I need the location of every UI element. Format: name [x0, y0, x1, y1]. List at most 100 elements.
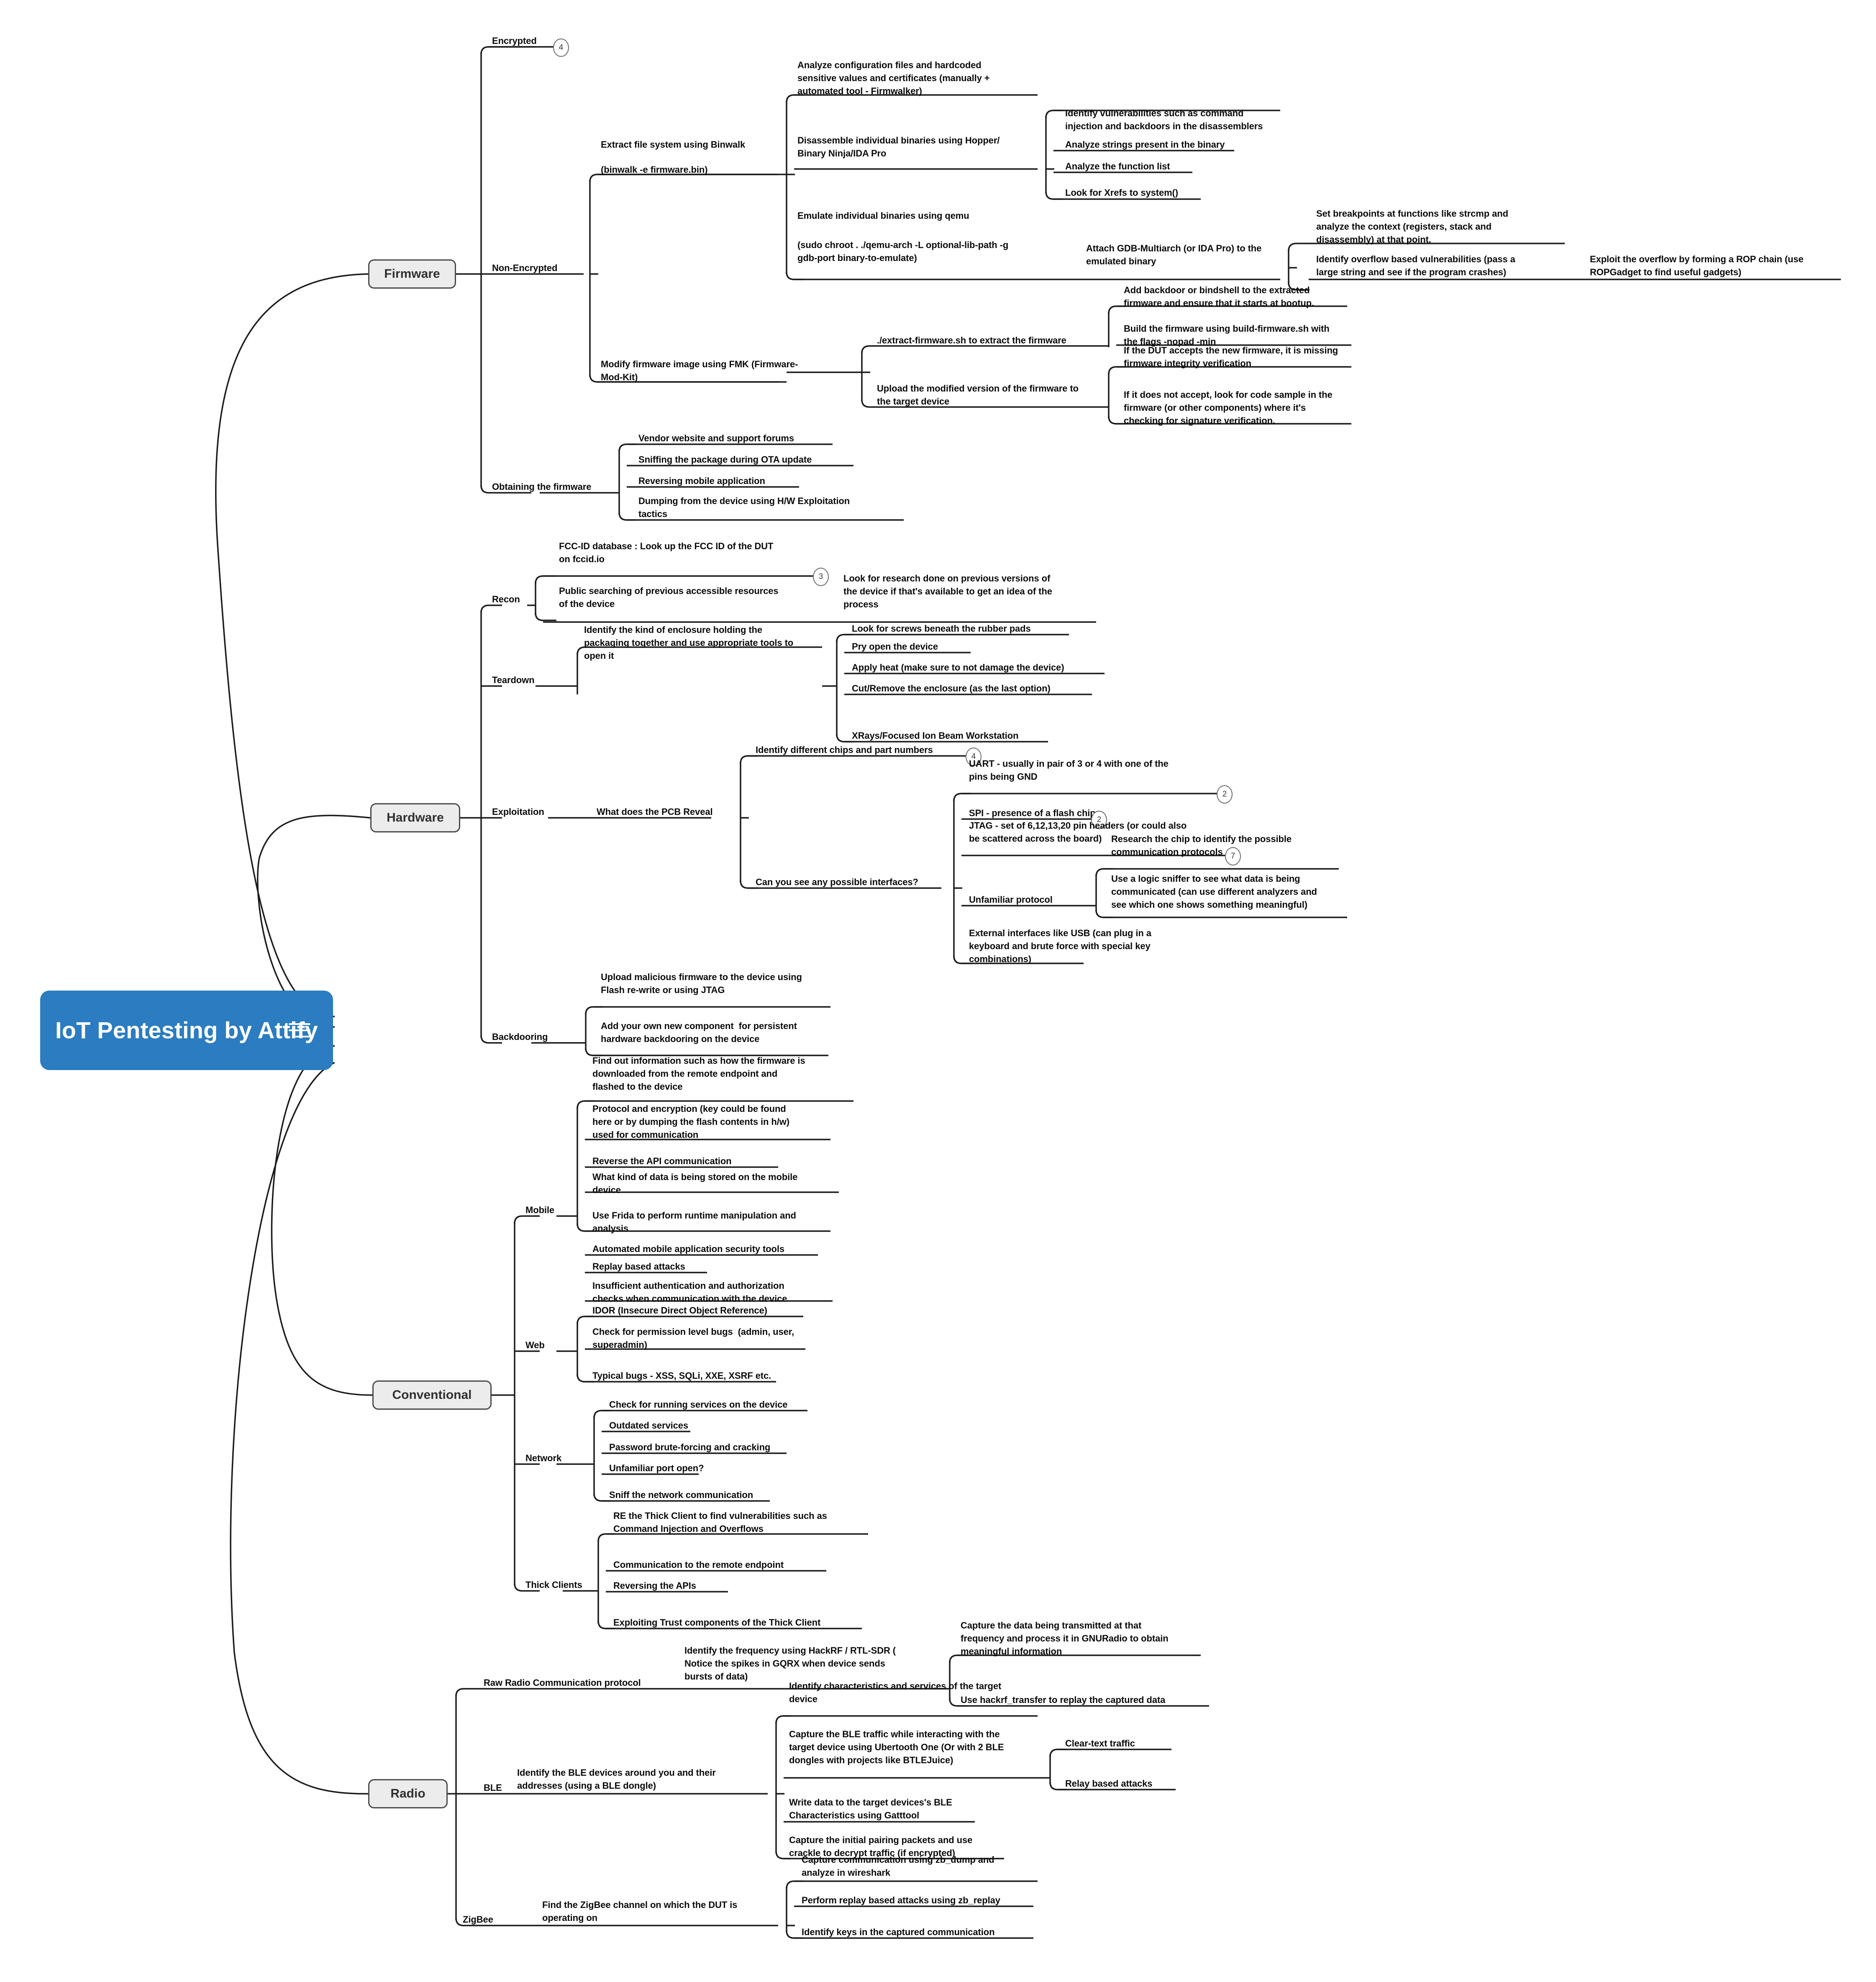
- topic-uart-interface[interactable]: UART - usually in pair of 3 or 4 with on…: [969, 757, 1169, 783]
- topic-non-encrypted[interactable]: Non-Encrypted: [492, 261, 557, 274]
- topic-research-chip-protocols[interactable]: Research the chip to identify the possib…: [1111, 832, 1292, 858]
- topic-modify-firmware-fmk[interactable]: Modify firmware image using FMK (Firmwar…: [601, 358, 798, 384]
- topic-vendor-website[interactable]: Vendor website and support forums: [638, 432, 794, 445]
- topic-exploitation[interactable]: Exploitation: [492, 805, 544, 818]
- topic-identify-vulnerabilities[interactable]: Identify vulnerabilities such as command…: [1065, 107, 1263, 133]
- branch-hardware-label: Hardware: [387, 811, 444, 825]
- topic-dumping-hw-exploitation[interactable]: Dumping from the device using H/W Exploi…: [638, 494, 850, 520]
- topic-replay-based-attacks-mobile[interactable]: Replay based attacks: [592, 1260, 685, 1273]
- topic-upload-modified-firmware[interactable]: Upload the modified version of the firmw…: [877, 382, 1079, 408]
- topic-binwalk-command[interactable]: (binwalk -e firmware.bin): [601, 163, 708, 176]
- topic-upload-malicious-firmware[interactable]: Upload malicious firmware to the device …: [601, 971, 802, 996]
- topic-encrypted[interactable]: Encrypted: [492, 34, 537, 47]
- topic-identify-frequency[interactable]: Identify the frequency using HackRF / RT…: [684, 1644, 896, 1683]
- topic-zigbee[interactable]: ZigBee: [463, 1913, 493, 1926]
- topic-identify-enclosure[interactable]: Identify the kind of enclosure holding t…: [584, 623, 793, 663]
- topic-raw-radio-protocol[interactable]: Raw Radio Communication protocol: [484, 1676, 641, 1689]
- topic-xrays-fib[interactable]: XRays/Focused Ion Beam Workstation: [852, 729, 1019, 742]
- topic-emulate-qemu[interactable]: Emulate individual binaries using qemu: [797, 209, 969, 222]
- branch-conventional[interactable]: Conventional: [372, 1380, 492, 1410]
- topic-password-bruteforce[interactable]: Password brute-forcing and cracking: [609, 1441, 770, 1454]
- topic-clear-text-traffic[interactable]: Clear-text traffic: [1065, 1737, 1135, 1750]
- root-node[interactable]: IoT Pentesting by Attify: [40, 991, 333, 1070]
- topic-ble[interactable]: BLE: [484, 1781, 502, 1794]
- topic-unfamiliar-port[interactable]: Unfamiliar port open?: [609, 1462, 704, 1475]
- topic-relay-based-attacks[interactable]: Relay based attacks: [1065, 1777, 1153, 1790]
- topic-disassemble-binaries[interactable]: Disassemble individual binaries using Ho…: [797, 134, 1000, 160]
- topic-mobile-stored-data[interactable]: What kind of data is being stored on the…: [592, 1170, 797, 1196]
- topic-identify-keys[interactable]: Identify keys in the captured communicat…: [802, 1926, 995, 1938]
- branch-firmware[interactable]: Firmware: [368, 259, 456, 289]
- topic-backdooring[interactable]: Backdooring: [492, 1030, 548, 1043]
- topic-spi-interface[interactable]: SPI - presence of a flash chip: [969, 807, 1096, 819]
- topic-possible-interfaces[interactable]: Can you see any possible interfaces?: [756, 876, 918, 889]
- topic-exploit-rop-chain[interactable]: Exploit the overflow by forming a ROP ch…: [1590, 253, 1804, 279]
- topic-check-running-services[interactable]: Check for running services on the device: [609, 1398, 787, 1411]
- topic-extract-firmware-sh[interactable]: ./extract-firmware.sh to extract the fir…: [877, 334, 1066, 347]
- topic-capture-ble-traffic[interactable]: Capture the BLE traffic while interactin…: [789, 1728, 1004, 1767]
- topic-sniff-network[interactable]: Sniff the network communication: [609, 1488, 753, 1501]
- topic-use-frida[interactable]: Use Frida to perform runtime manipulatio…: [592, 1209, 796, 1235]
- hamburger-icon[interactable]: [289, 1023, 310, 1037]
- topic-idor[interactable]: IDOR (Insecure Direct Object Reference): [592, 1304, 767, 1317]
- topic-unfamiliar-protocol[interactable]: Unfamiliar protocol: [969, 893, 1053, 906]
- topic-insufficient-auth[interactable]: Insufficient authentication and authoriz…: [592, 1279, 787, 1305]
- branch-hardware[interactable]: Hardware: [370, 803, 460, 832]
- topic-zb-replay-attacks[interactable]: Perform replay based attacks using zb_re…: [802, 1894, 1000, 1907]
- topic-pry-open-device[interactable]: Pry open the device: [852, 640, 938, 653]
- topic-look-for-research[interactable]: Look for research done on previous versi…: [843, 572, 1052, 611]
- topic-thick-remote-endpoint[interactable]: Communication to the remote endpoint: [613, 1558, 784, 1571]
- topic-teardown[interactable]: Teardown: [492, 673, 535, 686]
- topic-logic-sniffer[interactable]: Use a logic sniffer to see what data is …: [1111, 872, 1317, 912]
- topic-dut-rejects-firmware[interactable]: If it does not accept, look for code sam…: [1124, 388, 1333, 428]
- topic-fcc-id-database[interactable]: FCC-ID database : Look up the FCC ID of …: [559, 540, 773, 566]
- topic-firmware-download-flow[interactable]: Find out information such as how the fir…: [592, 1054, 805, 1093]
- topic-look-for-screws[interactable]: Look for screws beneath the rubber pads: [852, 622, 1031, 635]
- topic-reversing-mobile-app[interactable]: Reversing mobile application: [638, 474, 765, 487]
- topic-identify-overflow[interactable]: Identify overflow based vulnerabilities …: [1316, 253, 1515, 279]
- topic-capture-gnuradio[interactable]: Capture the data being transmitted at th…: [961, 1619, 1169, 1658]
- topic-set-breakpoints[interactable]: Set breakpoints at functions like strcmp…: [1316, 207, 1508, 246]
- topic-exploiting-trust-components[interactable]: Exploiting Trust components of the Thick…: [613, 1616, 820, 1629]
- topic-obtaining-the-firmware[interactable]: Obtaining the firmware: [492, 480, 591, 493]
- topic-dut-accepts-firmware[interactable]: If the DUT accepts the new firmware, it …: [1124, 344, 1338, 370]
- topic-mobile[interactable]: Mobile: [525, 1204, 554, 1216]
- topic-recon[interactable]: Recon: [492, 593, 520, 606]
- topic-reverse-api-communication[interactable]: Reverse the API communication: [592, 1155, 732, 1168]
- topic-identify-chips[interactable]: Identify different chips and part number…: [756, 743, 933, 756]
- topic-web[interactable]: Web: [525, 1339, 545, 1352]
- topic-apply-heat[interactable]: Apply heat (make sure to not damage the …: [852, 661, 1064, 674]
- topic-outdated-services[interactable]: Outdated services: [609, 1419, 688, 1432]
- topic-qemu-command[interactable]: (sudo chroot . ./qemu-arch -L optional-l…: [797, 238, 1008, 264]
- topic-sniffing-ota[interactable]: Sniffing the package during OTA update: [638, 453, 812, 466]
- topic-protocol-encryption[interactable]: Protocol and encryption (key could be fo…: [592, 1102, 789, 1142]
- topic-attach-gdb-multiarch[interactable]: Attach GDB-Multiarch (or IDA Pro) to the…: [1086, 242, 1261, 268]
- topic-reversing-apis[interactable]: Reversing the APIs: [613, 1579, 696, 1592]
- topic-look-for-xrefs[interactable]: Look for Xrefs to system(): [1065, 186, 1178, 199]
- topic-zb-dump-wireshark[interactable]: Capture communication using zb_dump and …: [802, 1853, 994, 1879]
- topic-add-new-component[interactable]: Add your own new component for persisten…: [601, 1019, 797, 1045]
- topic-write-ble-gatttool[interactable]: Write data to the target devices's BLE C…: [789, 1796, 952, 1822]
- topic-extract-filesystem[interactable]: Extract file system using Binwalk: [601, 138, 745, 151]
- topic-add-backdoor-bindshell[interactable]: Add backdoor or bindshell to the extract…: [1124, 284, 1314, 310]
- topic-thick-clients[interactable]: Thick Clients: [525, 1578, 582, 1591]
- topic-ble-characteristics-services[interactable]: Identify characteristics and services of…: [789, 1680, 1001, 1705]
- badge-fcc-id[interactable]: 3: [813, 568, 829, 586]
- topic-analyze-function-list[interactable]: Analyze the function list: [1065, 160, 1170, 173]
- badge-uart[interactable]: 2: [1217, 785, 1233, 804]
- topic-external-interfaces-usb[interactable]: External interfaces like USB (can plug i…: [969, 927, 1151, 966]
- badge-encrypted[interactable]: 4: [553, 38, 569, 57]
- topic-find-zigbee-channel[interactable]: Find the ZigBee channel on which the DUT…: [542, 1898, 737, 1924]
- topic-automated-mobile-tools[interactable]: Automated mobile application security to…: [592, 1242, 784, 1255]
- branch-radio[interactable]: Radio: [368, 1779, 448, 1808]
- topic-public-searching[interactable]: Public searching of previous accessible …: [559, 584, 779, 610]
- topic-analyze-config-files[interactable]: Analyze configuration files and hardcode…: [797, 59, 990, 98]
- topic-typical-web-bugs[interactable]: Typical bugs - XSS, SQLi, XXE, XSRF etc.: [592, 1369, 771, 1382]
- topic-cut-remove-enclosure[interactable]: Cut/Remove the enclosure (as the last op…: [852, 682, 1051, 695]
- topic-network[interactable]: Network: [525, 1452, 561, 1465]
- topic-pcb-reveal[interactable]: What does the PCB Reveal: [597, 805, 713, 818]
- topic-identify-ble-devices[interactable]: Identify the BLE devices around you and …: [517, 1766, 716, 1792]
- topic-re-thick-client[interactable]: RE the Thick Client to find vulnerabilit…: [613, 1509, 827, 1535]
- topic-analyze-strings[interactable]: Analyze strings present in the binary: [1065, 138, 1225, 151]
- topic-permission-level-bugs[interactable]: Check for permission level bugs (admin, …: [592, 1325, 794, 1351]
